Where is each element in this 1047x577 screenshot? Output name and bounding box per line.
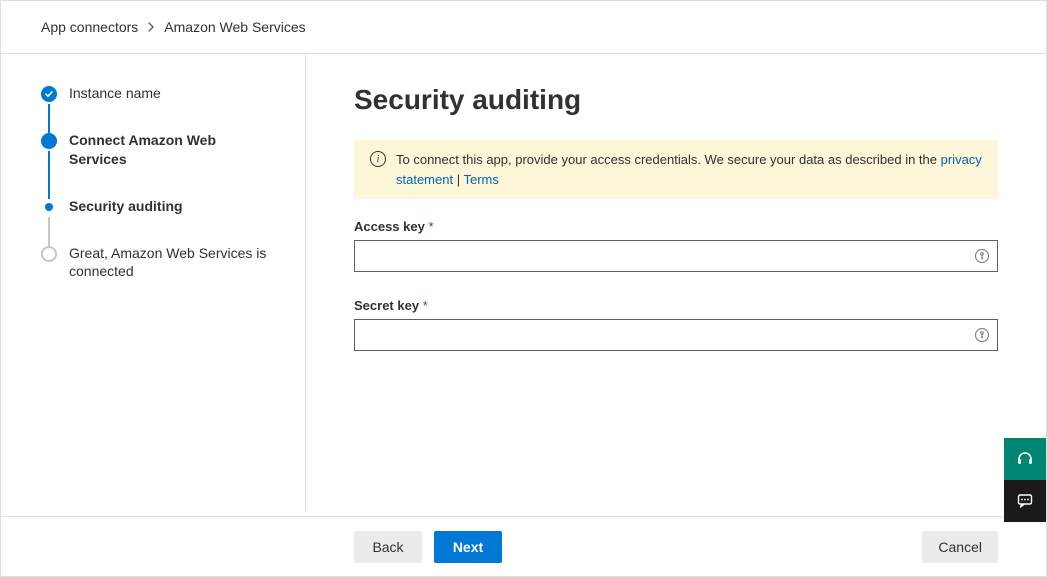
step-instance-name[interactable]: Instance name <box>41 84 275 131</box>
step-label: Security auditing <box>69 198 183 214</box>
chat-icon <box>1016 492 1034 510</box>
key-hint-icon[interactable] <box>974 248 990 264</box>
info-banner-text: To connect this app, provide your access… <box>396 150 982 189</box>
floating-widgets <box>1004 438 1046 522</box>
info-banner: i To connect this app, provide your acce… <box>354 140 998 199</box>
breadcrumb-current: Amazon Web Services <box>164 19 305 35</box>
secret-key-input[interactable] <box>354 319 998 351</box>
page-title: Security auditing <box>354 84 998 116</box>
check-icon <box>41 86 57 102</box>
secret-key-field: Secret key * <box>354 298 998 351</box>
step-label: Instance name <box>69 85 161 101</box>
access-key-input[interactable] <box>354 240 998 272</box>
step-marker-active-icon <box>41 133 57 149</box>
key-hint-icon[interactable] <box>974 327 990 343</box>
step-label: Connect Amazon Web Services <box>69 132 216 167</box>
back-button[interactable]: Back <box>354 531 422 563</box>
info-icon: i <box>370 151 386 167</box>
secret-key-label: Secret key * <box>354 298 998 313</box>
step-marker-sub-icon <box>45 203 53 211</box>
breadcrumb: App connectors Amazon Web Services <box>1 1 1046 54</box>
step-label: Great, Amazon Web Services is connected <box>69 245 266 280</box>
wizard-steps: Instance name Connect Amazon Web Service… <box>1 54 306 511</box>
terms-link[interactable]: Terms <box>463 172 498 187</box>
step-connected: Great, Amazon Web Services is connected <box>41 244 275 282</box>
main-content: Security auditing i To connect this app,… <box>306 54 1046 511</box>
help-widget-button[interactable] <box>1004 438 1046 480</box>
headset-icon <box>1016 450 1034 468</box>
footer-actions: Back Next Cancel <box>1 516 1046 576</box>
breadcrumb-parent[interactable]: App connectors <box>41 19 138 35</box>
cancel-button[interactable]: Cancel <box>922 531 998 563</box>
feedback-widget-button[interactable] <box>1004 480 1046 522</box>
step-security-auditing[interactable]: Security auditing <box>41 197 275 244</box>
chevron-right-icon <box>146 19 156 35</box>
next-button[interactable]: Next <box>434 531 502 563</box>
access-key-field: Access key * <box>354 219 998 272</box>
step-marker-pending-icon <box>41 246 57 262</box>
step-connect-aws[interactable]: Connect Amazon Web Services <box>41 131 275 197</box>
access-key-label: Access key * <box>354 219 998 234</box>
